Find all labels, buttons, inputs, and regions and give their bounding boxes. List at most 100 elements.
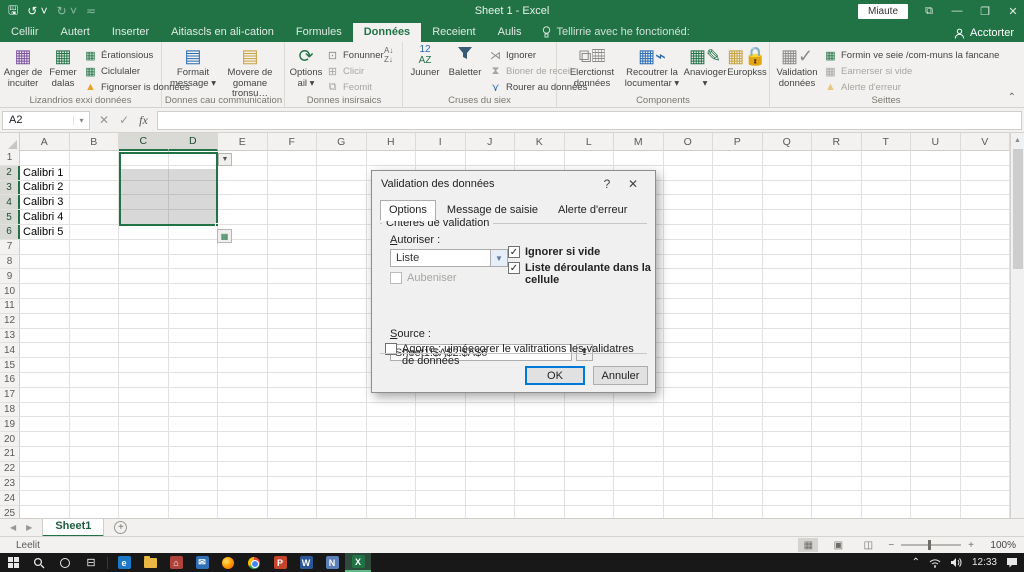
row-header-7[interactable]: 7: [0, 239, 20, 254]
grid-cell-D6[interactable]: [169, 224, 218, 239]
grid-cell-Q21[interactable]: [763, 446, 812, 461]
grid-cell-O6[interactable]: [664, 224, 713, 239]
grid-cell-M21[interactable]: [614, 446, 664, 461]
grid-cell-L20[interactable]: [565, 432, 614, 446]
grid-cell-Q3[interactable]: [763, 180, 812, 195]
grid-cell-L18[interactable]: [565, 402, 614, 417]
grid-cell-I21[interactable]: [416, 446, 466, 461]
grid-cell-F19[interactable]: [268, 417, 317, 432]
grid-cell-Q16[interactable]: [763, 372, 812, 387]
grid-cell-L24[interactable]: [565, 491, 614, 506]
grid-cell-U18[interactable]: [911, 402, 961, 417]
grid-cell-E5[interactable]: [218, 210, 268, 224]
grid-cell-Q4[interactable]: [763, 195, 812, 210]
grid-cell-U23[interactable]: [911, 476, 961, 491]
grid-cell-A24[interactable]: [20, 491, 70, 506]
grid-cell-B4[interactable]: [70, 195, 119, 210]
grid-cell-T24[interactable]: [862, 491, 911, 506]
miaute-button[interactable]: Miaute: [857, 3, 908, 19]
grid-cell-A10[interactable]: [20, 284, 70, 298]
grid-cell-R1[interactable]: [812, 151, 862, 165]
column-header-F[interactable]: F: [268, 133, 317, 151]
grid-cell-D23[interactable]: [169, 476, 218, 491]
grid-cell-O12[interactable]: [664, 313, 713, 328]
grid-cell-F16[interactable]: [268, 372, 317, 387]
grid-cell-T25[interactable]: [862, 506, 911, 518]
grid-cell-B11[interactable]: [70, 298, 119, 313]
row-header-19[interactable]: 19: [0, 417, 20, 432]
grid-cell-K25[interactable]: [515, 506, 565, 518]
grid-cell-R22[interactable]: [812, 461, 862, 476]
grid-cell-O25[interactable]: [664, 506, 713, 518]
grid-cell-T5[interactable]: [862, 210, 911, 224]
grid-cell-U21[interactable]: [911, 446, 961, 461]
grid-cell-P13[interactable]: [713, 328, 763, 343]
grid-cell-C21[interactable]: [119, 446, 169, 461]
grid-cell-C12[interactable]: [119, 313, 169, 328]
grid-cell-L25[interactable]: [565, 506, 614, 518]
grid-cell-P6[interactable]: [713, 224, 763, 239]
grid-cell-B17[interactable]: [70, 387, 119, 402]
column-header-B[interactable]: B: [70, 133, 119, 151]
grid-cell-O15[interactable]: [664, 358, 713, 372]
grid-cell-T8[interactable]: [862, 254, 911, 269]
grid-cell-O8[interactable]: [664, 254, 713, 269]
grid-cell-D3[interactable]: [169, 180, 218, 195]
grid-cell-V8[interactable]: [961, 254, 1010, 269]
grid-cell-J19[interactable]: [466, 417, 515, 432]
grid-cell-E13[interactable]: [218, 328, 268, 343]
grid-cell-O9[interactable]: [664, 269, 713, 284]
grid-cell-E12[interactable]: [218, 313, 268, 328]
in-cell-dropdown-checkbox[interactable]: ✓ Liste déroulante dans la cellule: [508, 262, 656, 286]
grid-cell-R16[interactable]: [812, 372, 862, 387]
grid-cell-B14[interactable]: [70, 343, 119, 358]
grid-cell-T6[interactable]: [862, 224, 911, 239]
grid-cell-R4[interactable]: [812, 195, 862, 210]
grid-cell-E8[interactable]: [218, 254, 268, 269]
grid-cell-I18[interactable]: [416, 402, 466, 417]
grid-cell-P14[interactable]: [713, 343, 763, 358]
grid-cell-D24[interactable]: [169, 491, 218, 506]
tab-mise-en-page[interactable]: Aitiascls en ali-cation: [160, 23, 285, 42]
grid-cell-D15[interactable]: [169, 358, 218, 372]
row-header-25[interactable]: 25: [0, 506, 20, 518]
grid-cell-G10[interactable]: [317, 284, 367, 298]
recent-sources-button[interactable]: ▦ Érationsious: [84, 47, 153, 63]
grid-cell-M22[interactable]: [614, 461, 664, 476]
grid-cell-J25[interactable]: [466, 506, 515, 518]
filter-button[interactable]: Baletter: [445, 44, 485, 79]
grid-cell-E23[interactable]: [218, 476, 268, 491]
grid-cell-Q13[interactable]: [763, 328, 812, 343]
grid-cell-C19[interactable]: [119, 417, 169, 432]
grid-cell-T17[interactable]: [862, 387, 911, 402]
grid-cell-E22[interactable]: [218, 461, 268, 476]
grid-cell-V24[interactable]: [961, 491, 1010, 506]
taskbar-mail-icon[interactable]: ✉: [189, 553, 215, 572]
grid-cell-R3[interactable]: [812, 180, 862, 195]
grid-cell-P21[interactable]: [713, 446, 763, 461]
grid-cell-K21[interactable]: [515, 446, 565, 461]
grid-cell-L22[interactable]: [565, 461, 614, 476]
grid-cell-E20[interactable]: [218, 432, 268, 446]
grid-cell-P8[interactable]: [713, 254, 763, 269]
grid-cell-D12[interactable]: [169, 313, 218, 328]
grid-cell-E3[interactable]: [218, 180, 268, 195]
grid-cell-O11[interactable]: [664, 298, 713, 313]
tab-donnees[interactable]: Données: [352, 23, 422, 42]
grid-cell-U5[interactable]: [911, 210, 961, 224]
grid-cell-J20[interactable]: [466, 432, 515, 446]
grid-cell-M1[interactable]: [614, 151, 664, 165]
grid-cell-O20[interactable]: [664, 432, 713, 446]
grid-cell-R21[interactable]: [812, 446, 862, 461]
grid-cell-M19[interactable]: [614, 417, 664, 432]
grid-cell-V25[interactable]: [961, 506, 1010, 518]
grid-cell-Q22[interactable]: [763, 461, 812, 476]
column-header-M[interactable]: M: [614, 133, 664, 151]
grid-cell-U17[interactable]: [911, 387, 961, 402]
grid-cell-E11[interactable]: [218, 298, 268, 313]
grid-cell-A11[interactable]: [20, 298, 70, 313]
grid-cell-E9[interactable]: [218, 269, 268, 284]
grid-cell-B24[interactable]: [70, 491, 119, 506]
grid-cell-A14[interactable]: [20, 343, 70, 358]
grid-cell-G11[interactable]: [317, 298, 367, 313]
